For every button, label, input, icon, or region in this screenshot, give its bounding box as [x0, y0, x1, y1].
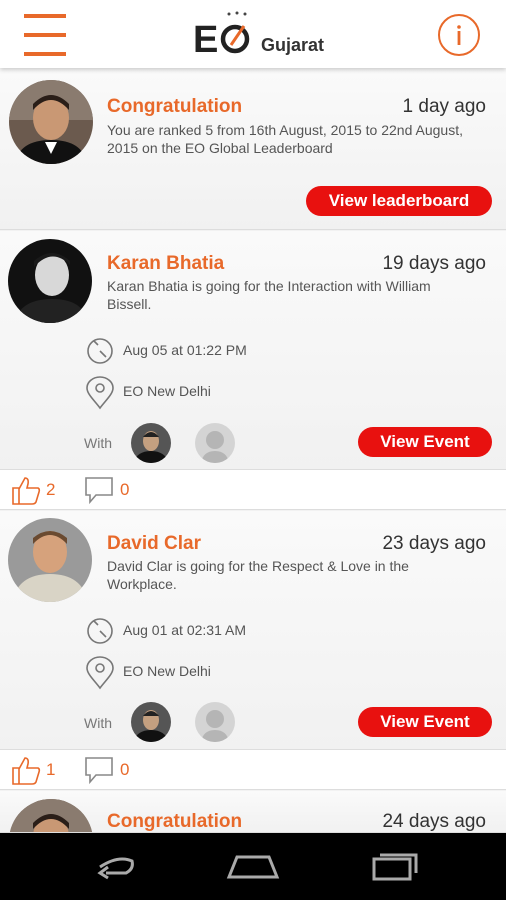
avatar — [9, 80, 93, 164]
info-button[interactable] — [438, 14, 480, 56]
view-event-button[interactable]: View Event — [358, 427, 492, 457]
like-icon[interactable] — [10, 754, 42, 786]
avatar — [8, 239, 92, 323]
event-datetime-text: Aug 05 at 01:22 PM — [123, 342, 247, 358]
system-nav-bar — [0, 833, 506, 900]
comment-count: 0 — [120, 760, 130, 779]
card-description: You are ranked 5 from 16th August, 2015 … — [107, 122, 463, 156]
card-time: 19 days ago — [382, 253, 486, 274]
home-icon[interactable] — [225, 847, 281, 887]
view-event-button[interactable]: View Event — [358, 707, 492, 737]
app-header: E Gujarat — [0, 0, 506, 68]
clock-icon — [87, 618, 113, 644]
location-pin-icon — [86, 376, 114, 410]
avatar — [9, 799, 93, 832]
event-location-text: EO New Delhi — [123, 383, 211, 399]
event-datetime: Aug 05 at 01:22 PM — [84, 335, 384, 367]
avatar — [8, 518, 92, 602]
comment-icon[interactable] — [84, 755, 114, 785]
feed-card-congratulation: Congratulation 24 days ago — [0, 791, 506, 833]
menu-icon[interactable] — [24, 14, 66, 56]
card-description: Karan Bhatia is going for the Interactio… — [107, 278, 431, 312]
recent-apps-icon[interactable] — [370, 847, 420, 887]
eo-logo: E Gujarat — [193, 10, 343, 60]
like-count: 2 — [46, 480, 56, 499]
like-icon[interactable] — [10, 474, 42, 506]
attendee-avatar[interactable] — [131, 423, 171, 463]
clock-icon — [87, 338, 113, 364]
feed-card-event: Karan Bhatia 19 days ago Karan Bhatia is… — [0, 231, 506, 470]
feed-card-congratulation: Congratulation 1 day ago You are ranked … — [0, 68, 506, 230]
card-stats: 1 0 — [0, 750, 506, 790]
event-location: EO New Delhi — [84, 656, 384, 690]
region-label: Gujarat — [261, 35, 325, 55]
attendee-avatar[interactable] — [131, 702, 171, 742]
comment-icon[interactable] — [84, 475, 114, 505]
card-description: David Clar is going for the Respect & Lo… — [107, 558, 409, 592]
card-title: Karan Bhatia — [107, 253, 225, 274]
card-title: David Clar — [107, 533, 201, 554]
card-title: Congratulation — [107, 811, 243, 832]
info-icon — [457, 25, 461, 45]
attendee-avatar-placeholder[interactable] — [195, 702, 235, 742]
card-title: Congratulation — [107, 96, 243, 117]
event-datetime-text: Aug 01 at 02:31 AM — [123, 622, 246, 638]
card-time: 24 days ago — [382, 811, 486, 832]
like-count: 1 — [46, 760, 56, 779]
feed-card-event: David Clar 23 days ago David Clar is goi… — [0, 511, 506, 750]
card-stats: 2 0 — [0, 470, 506, 510]
location-pin-icon — [86, 656, 114, 690]
event-datetime: Aug 01 at 02:31 AM — [84, 615, 384, 647]
svg-text:E: E — [193, 19, 218, 60]
comment-count: 0 — [120, 480, 130, 499]
event-location: EO New Delhi — [84, 376, 384, 410]
back-icon[interactable] — [88, 847, 138, 887]
with-label: With — [84, 715, 112, 731]
view-leaderboard-button[interactable]: View leaderboard — [306, 186, 492, 216]
with-label: With — [84, 435, 112, 451]
attendee-avatar-placeholder[interactable] — [195, 423, 235, 463]
card-time: 1 day ago — [402, 96, 486, 117]
card-time: 23 days ago — [382, 533, 486, 554]
event-location-text: EO New Delhi — [123, 663, 211, 679]
